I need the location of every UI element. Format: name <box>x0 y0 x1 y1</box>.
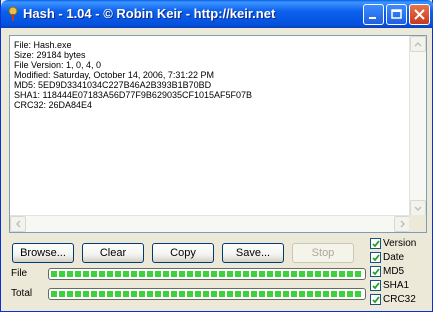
sha1-checkbox-label: SHA1 <box>383 280 410 291</box>
file-progress-label: File <box>11 268 28 279</box>
clear-button[interactable]: Clear <box>82 243 144 263</box>
total-progress-bar <box>48 288 366 300</box>
check-icon <box>372 282 380 290</box>
copy-button[interactable]: Copy <box>152 243 214 263</box>
version-checkbox-label: Version <box>383 238 417 249</box>
output-line-crc32: CRC32: 26DA84E4 <box>14 100 93 110</box>
total-progress-fill <box>51 291 363 297</box>
version-checkbox[interactable]: Version <box>370 237 416 250</box>
minimize-button[interactable] <box>363 4 384 25</box>
scroll-down-button[interactable] <box>410 200 426 216</box>
check-icon <box>372 268 380 276</box>
output-line-sha1: SHA1: 118444E07183A56D77F9B629035CF1015A… <box>14 90 253 100</box>
close-icon <box>414 9 425 20</box>
chevron-right-icon <box>400 220 406 228</box>
date-checkbox-label: Date <box>383 252 405 263</box>
vertical-scrollbar[interactable] <box>409 36 426 216</box>
checkbox-box[interactable] <box>370 266 381 277</box>
browse-button[interactable]: Browse... <box>12 243 74 263</box>
chevron-down-icon <box>414 206 422 212</box>
md5-checkbox[interactable]: MD5 <box>370 265 404 278</box>
hash-output-text: File: Hash.exe Size: 29184 bytes File Ve… <box>14 40 406 110</box>
close-button[interactable] <box>409 4 430 25</box>
date-checkbox[interactable]: Date <box>370 251 404 264</box>
file-progress-bar <box>48 268 366 280</box>
check-icon <box>372 296 380 304</box>
check-icon <box>372 240 380 248</box>
hash-output-box[interactable]: File: Hash.exe Size: 29184 bytes File Ve… <box>9 35 427 233</box>
hash-app-icon[interactable] <box>6 6 20 22</box>
checkbox-box[interactable] <box>370 252 381 263</box>
checkbox-box[interactable] <box>370 238 381 249</box>
checkbox-box[interactable] <box>370 294 381 305</box>
scroll-up-button[interactable] <box>410 36 426 52</box>
title-bar[interactable]: Hash - 1.04 - © Robin Keir - http://keir… <box>1 0 433 28</box>
scroll-corner <box>409 215 426 232</box>
crc32-checkbox-label: CRC32 <box>383 294 416 305</box>
checkbox-box[interactable] <box>370 280 381 291</box>
file-progress-fill <box>51 271 363 277</box>
chevron-up-icon <box>414 41 422 47</box>
total-progress-label: Total <box>11 288 33 299</box>
sha1-checkbox[interactable]: SHA1 <box>370 279 409 292</box>
maximize-button[interactable] <box>386 4 407 25</box>
window-title: Hash - 1.04 - © Robin Keir - http://keir… <box>23 6 276 21</box>
stop-button[interactable]: Stop <box>292 243 354 263</box>
md5-checkbox-label: MD5 <box>383 266 405 277</box>
scroll-left-button[interactable] <box>10 216 26 232</box>
output-line-file: File: Hash.exe <box>14 40 72 50</box>
save-button[interactable]: Save... <box>222 243 284 263</box>
horizontal-scrollbar[interactable] <box>10 215 410 232</box>
crc32-checkbox[interactable]: CRC32 <box>370 293 416 306</box>
scroll-right-button[interactable] <box>394 216 410 232</box>
output-line-modified: Modified: Saturday, October 14, 2006, 7:… <box>14 70 214 80</box>
output-line-size: Size: 29184 bytes <box>14 50 86 60</box>
output-line-md5: MD5: 5ED9D3341034C227B46A2B393B1B70BD <box>14 80 212 90</box>
hash-window: Hash - 1.04 - © Robin Keir - http://keir… <box>0 0 433 312</box>
maximize-icon <box>391 9 402 19</box>
output-line-version: File Version: 1, 0, 4, 0 <box>14 60 102 70</box>
chevron-left-icon <box>15 220 21 228</box>
minimize-icon <box>369 17 376 19</box>
check-icon <box>372 254 380 262</box>
